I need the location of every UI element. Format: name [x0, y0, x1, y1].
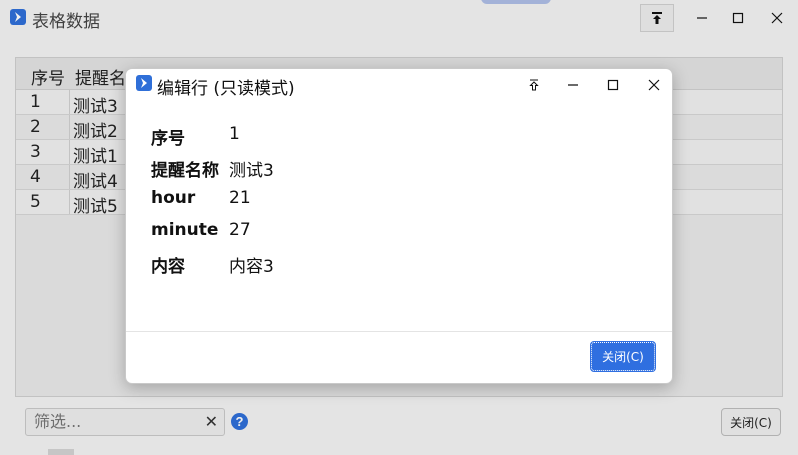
field-label-hour: hour: [151, 188, 196, 208]
maximize-icon: [607, 79, 619, 91]
field-value-index: 1: [229, 124, 240, 144]
field-label-index: 序号: [151, 129, 185, 149]
field-label-minute: minute: [151, 220, 219, 240]
field-value-minute: 27: [229, 220, 251, 240]
dialog-divider: [126, 331, 672, 332]
field-value-reminder-name: 测试3: [229, 161, 274, 181]
dialog-pin-button[interactable]: [517, 71, 551, 99]
app-logo-icon: [136, 75, 152, 91]
minimize-icon: [568, 84, 578, 86]
dialog-maximize-button[interactable]: [596, 71, 630, 99]
dialog-minimize-button[interactable]: [556, 71, 590, 99]
dialog-title-bar: 编辑行 (只读模式): [126, 69, 672, 101]
field-label-content: 内容: [151, 257, 185, 277]
field-value-content: 内容3: [229, 257, 274, 277]
pin-top-outline-icon: [529, 79, 539, 91]
dialog-close-x-button[interactable]: [637, 71, 671, 99]
dialog-title: 编辑行 (只读模式): [157, 79, 295, 99]
dialog-close-button[interactable]: 关闭(C): [590, 341, 656, 372]
field-label-reminder-name: 提醒名称: [151, 161, 219, 181]
field-value-hour: 21: [229, 188, 251, 208]
close-icon: [648, 79, 660, 91]
edit-row-dialog: 编辑行 (只读模式) 序号 1 提醒名称 测试3 hour 21 minute …: [125, 68, 673, 384]
